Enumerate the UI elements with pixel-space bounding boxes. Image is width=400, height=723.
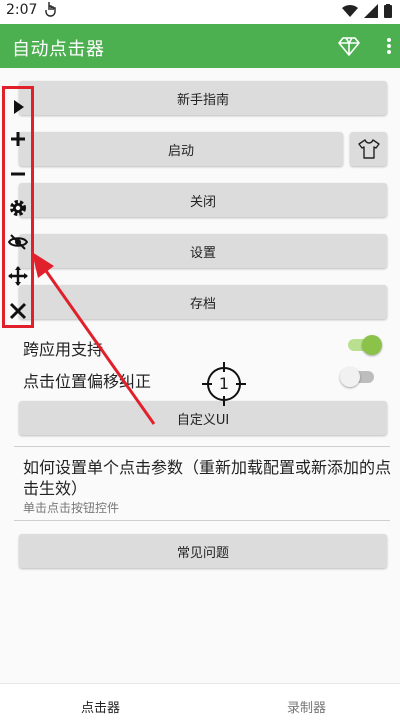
plus-icon[interactable] [8,129,28,149]
toggle-thumb [340,367,360,387]
skin-button[interactable] [350,132,387,166]
bottom-nav: 点击器 录制器 [0,683,400,723]
info-title[interactable]: 如何设置单个点击参数（重新加载配置或新添加的点击生效） [23,457,391,499]
guide-button[interactable]: 新手指南 [19,81,387,115]
divider [14,446,390,447]
tshirt-icon [357,139,380,159]
tab-clicker[interactable]: 点击器 [81,697,120,716]
system-icons [342,4,392,18]
status-time: 2:07 [6,2,38,18]
cross-app-label: 跨应用支持 [23,340,104,359]
target-number: 1 [218,374,230,393]
save-button[interactable]: 存档 [19,285,387,319]
more-options-icon[interactable] [384,34,394,58]
divider [14,520,390,521]
tab-recorder[interactable]: 录制器 [287,697,326,716]
cross-app-toggle[interactable] [346,334,382,355]
status-bar: 2:07 [0,0,400,24]
eye-off-icon[interactable] [7,232,29,252]
toggle-thumb [362,335,382,355]
play-icon[interactable] [8,97,28,117]
wifi-icon [342,4,358,18]
move-icon[interactable] [8,266,28,286]
gear-icon[interactable] [8,198,28,218]
start-button[interactable]: 启动 [19,132,343,166]
touch-hand-icon [44,1,58,21]
diamond-icon[interactable] [338,36,360,60]
close-icon[interactable] [8,301,28,321]
settings-button[interactable]: 设置 [19,234,387,268]
faq-button[interactable]: 常见问题 [19,534,387,568]
offset-fix-toggle[interactable] [340,366,376,387]
click-target[interactable]: 1 [202,362,246,406]
app-bar: 自动点击器 [0,24,400,68]
floating-toolbar [2,86,34,328]
info-subtitle: 单击点击按钮控件 [23,501,120,515]
signal-icon [364,4,378,18]
offset-fix-label: 点击位置偏移纠正 [23,372,152,391]
battery-icon [384,4,392,18]
custom-ui-button[interactable]: 自定义UI [19,401,387,435]
minus-icon[interactable] [8,164,28,184]
app-title: 自动点击器 [12,39,105,60]
close-button[interactable]: 关闭 [19,183,387,217]
